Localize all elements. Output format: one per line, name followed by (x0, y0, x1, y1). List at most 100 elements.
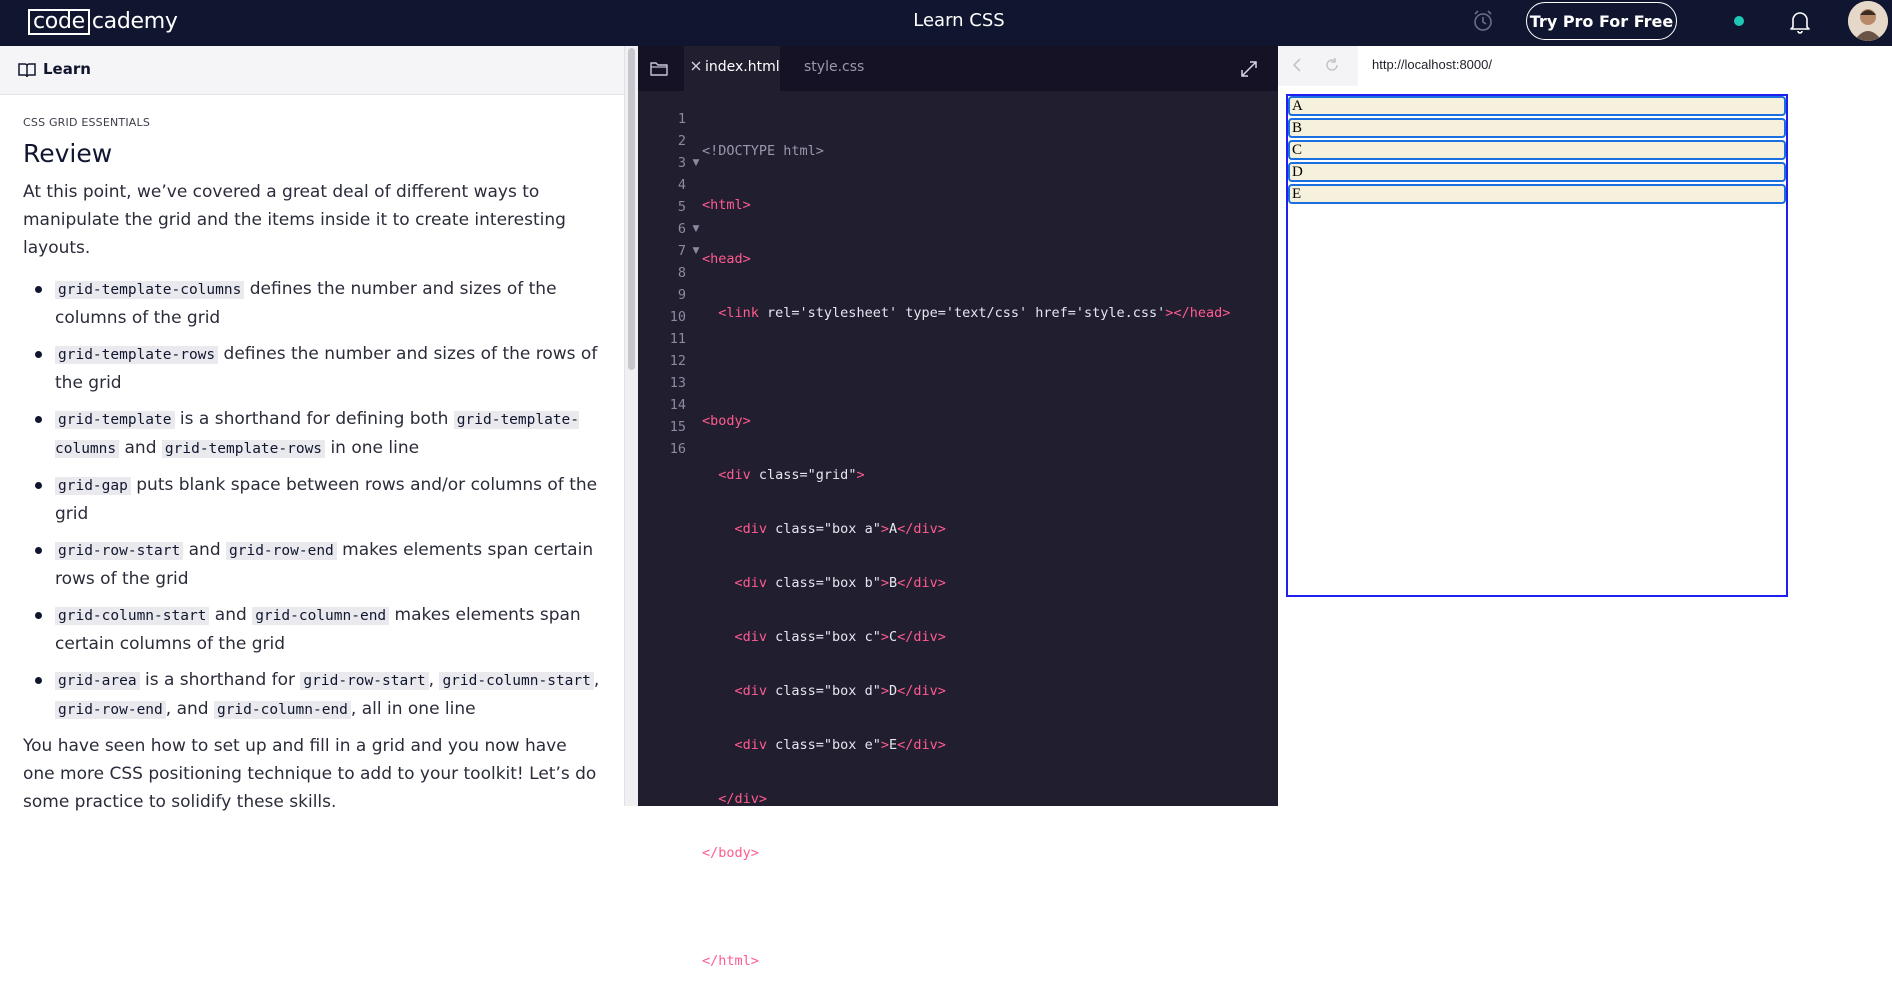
list-item: grid-template is a shorthand for definin… (23, 405, 603, 463)
list-item: grid-template-columns defines the number… (23, 275, 603, 332)
line-number: 5 (677, 199, 686, 215)
top-bar: code cademy Learn CSS Try Pro For Free (0, 0, 1892, 46)
inline-code: grid-template-rows (55, 346, 219, 364)
browser-preview: http://localhost:8000/ A B C D E (1278, 46, 1892, 806)
bullet-icon (35, 612, 42, 619)
address-bar: http://localhost:8000/ (1278, 46, 1892, 86)
inline-code: grid-column-start (439, 672, 594, 690)
editor-tab-bar: index.html style.css (638, 46, 1278, 91)
close-icon[interactable] (691, 61, 701, 71)
code-line: <head> (702, 251, 751, 267)
line-number: 9 (677, 287, 686, 303)
tab-label: index.html (705, 59, 780, 75)
grid-box-e: E (1288, 184, 1786, 204)
code-line: </body> (702, 845, 759, 861)
learn-label: Learn (43, 60, 91, 78)
alarm-clock-icon[interactable] (1472, 9, 1494, 33)
learn-scrollbar[interactable] (624, 46, 638, 806)
item-text: , (428, 670, 440, 690)
line-number-gutter: 1 2 3 4 5 6 7 8 9 10 11 12 13 14 15 16 (638, 108, 688, 460)
line-number: 10 (669, 309, 686, 325)
inline-code: grid-row-end (55, 701, 166, 719)
reload-icon[interactable] (1324, 57, 1340, 73)
lesson-eyebrow: CSS GRID ESSENTIALS (23, 116, 151, 129)
inline-code: grid-template (55, 411, 175, 429)
inline-code: grid-template-rows (161, 440, 326, 458)
try-pro-button[interactable]: Try Pro For Free (1526, 2, 1677, 40)
code-line: <html> (702, 197, 751, 213)
inline-code: grid-column-end (213, 701, 351, 719)
line-number: 4 (677, 177, 686, 193)
code-line: <body> (702, 413, 751, 429)
back-arrow-icon[interactable] (1290, 57, 1304, 73)
url-text: http://localhost:8000/ (1372, 57, 1492, 72)
line-number: 3 (677, 155, 686, 171)
code-line: <div class="box b">B</div> (734, 575, 946, 591)
item-text: in one line (325, 438, 420, 458)
line-number: 13 (669, 375, 686, 391)
inline-code: grid-column-end (252, 607, 390, 625)
list-item: grid-row-start and grid-row-end makes el… (23, 536, 603, 593)
code-line: <link rel='stylesheet' type='text/css' h… (718, 305, 1231, 321)
code-line: </div> (718, 791, 768, 807)
bullet-icon (35, 677, 42, 684)
learn-header: Learn (0, 46, 624, 95)
item-text: and (183, 540, 227, 560)
item-text: is a shorthand for (139, 670, 301, 690)
item-text: , (593, 670, 600, 690)
code-area[interactable]: <!DOCTYPE html> <html> <head> <link rel=… (702, 108, 1230, 1004)
item-text: , and (165, 699, 214, 719)
inline-code: grid-row-start (55, 542, 184, 560)
status-dot-icon (1734, 16, 1744, 26)
line-number: 8 (677, 265, 686, 281)
bullet-icon (35, 482, 42, 489)
grid-box-b: B (1288, 118, 1786, 138)
book-icon (18, 63, 36, 78)
bullet-icon (35, 416, 42, 423)
code-line: <div class="box e">E</div> (734, 737, 946, 753)
inline-code: grid-area (55, 672, 140, 690)
tab-index-html[interactable]: index.html (684, 46, 780, 91)
bullet-icon (35, 351, 42, 358)
learn-scrollbar-thumb[interactable] (628, 48, 635, 370)
grid-box-a: A (1288, 96, 1786, 116)
lesson-intro: At this point, we’ve covered a great dea… (23, 182, 566, 258)
code-line: <!DOCTYPE html> (702, 143, 824, 159)
line-number: 16 (669, 441, 686, 457)
line-number: 6 (677, 221, 686, 237)
item-text: puts blank space between rows and/or col… (55, 475, 598, 524)
inline-code: grid-gap (55, 477, 131, 495)
course-title-text: Learn CSS (913, 10, 1005, 31)
line-number: 7 (677, 243, 686, 259)
line-number: 2 (677, 133, 686, 149)
item-text: and (119, 438, 162, 458)
lesson-content: CSS GRID ESSENTIALS Review At this point… (23, 116, 603, 816)
list-item: grid-column-start and grid-column-end ma… (23, 601, 603, 658)
lesson-outro: You have seen how to set up and fill in … (23, 736, 597, 812)
list-item: grid-area is a shorthand for grid-row-st… (23, 666, 603, 724)
folder-icon[interactable] (650, 61, 668, 76)
expand-icon[interactable] (1240, 60, 1258, 78)
code-line: <div class="box a">A</div> (734, 521, 946, 537)
bell-icon[interactable] (1788, 9, 1812, 35)
tab-style-css[interactable]: style.css (804, 59, 864, 75)
line-number: 1 (677, 111, 686, 127)
line-number: 14 (669, 397, 686, 413)
grid-container: A B C D E (1286, 94, 1788, 597)
line-number: 15 (669, 419, 686, 435)
item-text: and (209, 605, 253, 625)
line-number: 12 (669, 353, 686, 369)
inline-code: grid-template-columns (55, 281, 245, 299)
url-input[interactable]: http://localhost:8000/ (1358, 46, 1892, 86)
bullet-icon (35, 286, 42, 293)
lesson-list: grid-template-columns defines the number… (23, 275, 603, 724)
code-line: <div class="box d">D</div> (734, 683, 946, 699)
line-number: 11 (669, 331, 686, 347)
learn-panel: Learn CSS GRID ESSENTIALS Review At this… (0, 46, 638, 812)
avatar-image (1848, 1, 1888, 41)
avatar[interactable] (1848, 1, 1888, 41)
item-text: is a shorthand for defining both (174, 409, 454, 429)
grid-box-c: C (1288, 140, 1786, 160)
